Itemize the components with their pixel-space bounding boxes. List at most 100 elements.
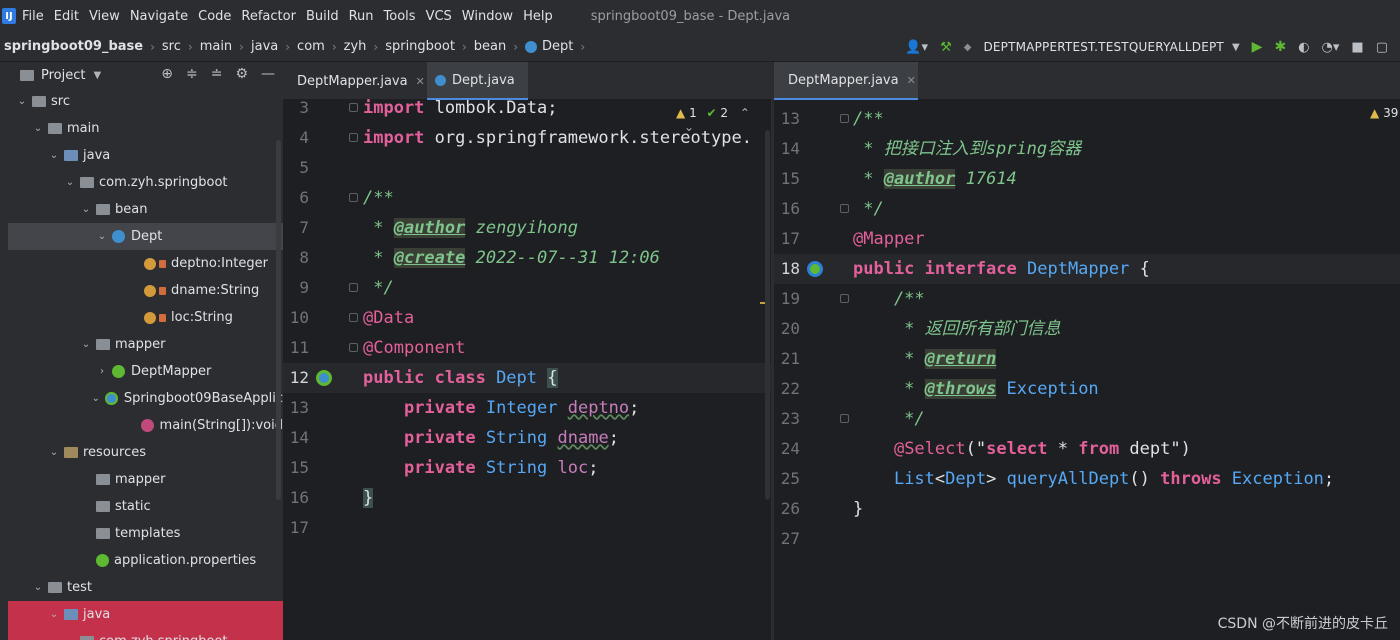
- tree-item[interactable]: ⌄ com.zyh.springboot: [8, 169, 283, 196]
- tree-item[interactable]: ⌄ java: [8, 601, 283, 628]
- tree-item[interactable]: ⌄ Dept: [8, 223, 283, 250]
- breadcrumb-src[interactable]: src: [162, 39, 181, 54]
- line-number[interactable]: 17: [283, 513, 309, 543]
- line-number[interactable]: 3: [283, 93, 309, 123]
- tree-item[interactable]: ⌄ java: [8, 142, 283, 169]
- expand-all-icon[interactable]: ≑: [186, 66, 198, 82]
- run-icon[interactable]: ▶: [1252, 39, 1263, 55]
- line-number[interactable]: 11: [283, 333, 309, 363]
- menu-help[interactable]: Help: [523, 9, 553, 24]
- menu-file[interactable]: File: [22, 9, 44, 24]
- tree-item[interactable]: ⌄ src: [8, 88, 283, 115]
- close-icon[interactable]: ✕: [416, 75, 425, 88]
- fold-icon[interactable]: [349, 283, 358, 292]
- line-number[interactable]: 15: [283, 453, 309, 483]
- chevron-down-icon[interactable]: ▼: [93, 70, 101, 81]
- tree-item[interactable]: ⌄ com.zyh.springboot: [8, 628, 283, 640]
- expand-arrow-icon[interactable]: ⌄: [90, 393, 101, 404]
- menu-refactor[interactable]: Refactor: [241, 9, 296, 24]
- menu-build[interactable]: Build: [306, 9, 339, 24]
- line-number[interactable]: 14: [283, 423, 309, 453]
- tree-item[interactable]: ⌄ test: [8, 574, 283, 601]
- settings-gear-icon[interactable]: ⚙: [235, 66, 248, 82]
- breadcrumb-main[interactable]: main: [200, 39, 232, 54]
- tree-item[interactable]: templates: [8, 520, 283, 547]
- line-number[interactable]: 10: [283, 303, 309, 333]
- line-number[interactable]: 27: [774, 524, 800, 554]
- line-number[interactable]: 12: [283, 363, 309, 393]
- line-number[interactable]: 15: [774, 164, 800, 194]
- tree-item[interactable]: static: [8, 493, 283, 520]
- menu-tools[interactable]: Tools: [384, 9, 416, 24]
- collapse-arrow-icon[interactable]: ›: [96, 366, 108, 377]
- debug-icon[interactable]: ✱: [1274, 39, 1286, 55]
- line-number[interactable]: 14: [774, 134, 800, 164]
- tree-item[interactable]: loc:String: [8, 304, 283, 331]
- user-icon[interactable]: 👤▾: [905, 40, 928, 55]
- profile-icon[interactable]: ◔▾: [1322, 40, 1340, 55]
- tree-item[interactable]: main(String[]):void: [8, 412, 283, 439]
- expand-arrow-icon[interactable]: ⌄: [64, 636, 76, 640]
- line-number[interactable]: 19: [774, 284, 800, 314]
- chevron-down-icon[interactable]: ▼: [1232, 42, 1240, 53]
- expand-arrow-icon[interactable]: ⌄: [48, 150, 60, 161]
- menu-run[interactable]: Run: [349, 9, 374, 24]
- breadcrumb-springboot[interactable]: springboot: [385, 39, 455, 54]
- line-number[interactable]: 21: [774, 344, 800, 374]
- editor-left-scrollbar[interactable]: [765, 130, 770, 500]
- tree-item[interactable]: › DeptMapper: [8, 358, 283, 385]
- fold-icon[interactable]: [349, 313, 358, 322]
- line-number[interactable]: 8: [283, 243, 309, 273]
- line-number[interactable]: 20: [774, 314, 800, 344]
- line-number[interactable]: 4: [283, 123, 309, 153]
- code-area-left[interactable]: 3 import lombok.Data; 4 import org.springfr…: [283, 98, 771, 640]
- line-number[interactable]: 17: [774, 224, 800, 254]
- expand-arrow-icon[interactable]: ⌄: [80, 339, 92, 350]
- line-number[interactable]: 24: [774, 434, 800, 464]
- line-number[interactable]: 13: [774, 104, 800, 134]
- menu-window[interactable]: Window: [462, 9, 513, 24]
- tree-item[interactable]: ⌄ mapper: [8, 331, 283, 358]
- locate-icon[interactable]: ⊕: [161, 66, 173, 82]
- code-area-right[interactable]: 13/** 14 * 把接口注入到spring容器 15 * @author 176…: [774, 100, 1400, 640]
- fold-icon[interactable]: [349, 193, 358, 202]
- tree-item[interactable]: ⌄ resources: [8, 439, 283, 466]
- tree-item[interactable]: dname:String: [8, 277, 283, 304]
- expand-arrow-icon[interactable]: ⌄: [48, 609, 60, 620]
- fold-icon[interactable]: [840, 414, 849, 423]
- project-structure-icon[interactable]: ▢: [1376, 40, 1388, 55]
- expand-arrow-icon[interactable]: ⌄: [80, 204, 92, 215]
- breadcrumb-zyh[interactable]: zyh: [344, 39, 367, 54]
- line-number[interactable]: 22: [774, 374, 800, 404]
- menu-navigate[interactable]: Navigate: [130, 9, 188, 24]
- line-number[interactable]: 16: [774, 194, 800, 224]
- close-icon[interactable]: ✕: [907, 74, 916, 87]
- tree-item[interactable]: deptno:Integer: [8, 250, 283, 277]
- fold-icon[interactable]: [840, 114, 849, 123]
- expand-arrow-icon[interactable]: ⌄: [96, 231, 108, 242]
- line-number[interactable]: 5: [283, 153, 309, 183]
- breadcrumb-bean[interactable]: bean: [474, 39, 506, 54]
- menu-code[interactable]: Code: [198, 9, 231, 24]
- expand-arrow-icon[interactable]: ⌄: [32, 123, 44, 134]
- breadcrumb-com[interactable]: com: [297, 39, 325, 54]
- fold-icon[interactable]: [840, 294, 849, 303]
- line-number[interactable]: 25: [774, 464, 800, 494]
- breadcrumb-java[interactable]: java: [251, 39, 278, 54]
- line-number[interactable]: 13: [283, 393, 309, 423]
- stop-icon[interactable]: ■: [1351, 40, 1363, 55]
- menu-edit[interactable]: Edit: [54, 9, 79, 24]
- line-number[interactable]: 26: [774, 494, 800, 524]
- spring-bean-gutter-icon[interactable]: [807, 261, 823, 277]
- project-view-select[interactable]: Project: [41, 68, 85, 83]
- tree-item[interactable]: mapper: [8, 466, 283, 493]
- expand-arrow-icon[interactable]: ⌄: [32, 582, 44, 593]
- build-hammer-icon[interactable]: ⚒: [940, 40, 952, 55]
- coverage-icon[interactable]: ◐: [1298, 40, 1309, 55]
- expand-arrow-icon[interactable]: ⌄: [64, 177, 76, 188]
- fold-icon[interactable]: [349, 343, 358, 352]
- menu-view[interactable]: View: [89, 9, 120, 24]
- expand-arrow-icon[interactable]: ⌄: [48, 447, 60, 458]
- project-scrollbar[interactable]: [276, 140, 281, 500]
- menu-vcs[interactable]: VCS: [426, 9, 452, 24]
